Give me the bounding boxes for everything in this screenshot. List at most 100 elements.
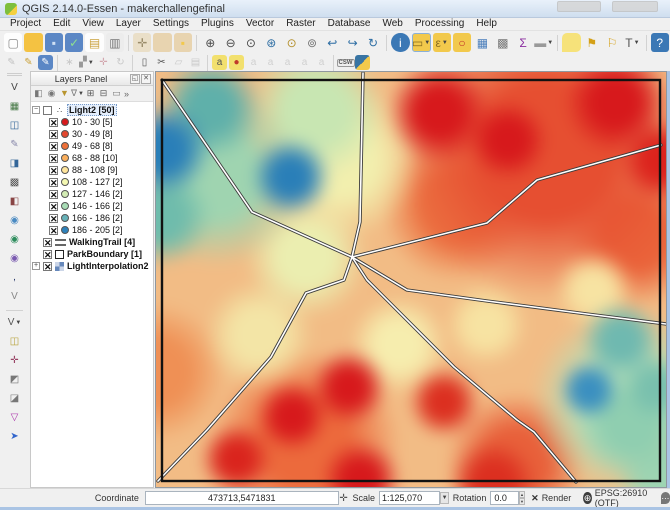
select-features-dropdown[interactable]: ▼ xyxy=(424,40,430,46)
filter-legend-icon[interactable]: ▼ xyxy=(58,87,71,100)
add-db2-layer-icon[interactable]: ◧ xyxy=(5,193,24,211)
class-label[interactable]: 30 - 49 [8] xyxy=(72,129,113,139)
tree-row[interactable]: +✕LightInterpolation2 xyxy=(32,260,153,272)
class-visibility-checkbox[interactable]: ✕ xyxy=(49,142,58,151)
scale-combobox[interactable]: 1:125,070 xyxy=(379,491,440,505)
move-feature-icon[interactable]: ✛ xyxy=(96,55,111,70)
save-project-as-icon[interactable]: ✓ xyxy=(65,33,83,52)
tree-row[interactable]: −∴Light2 [50] xyxy=(32,104,153,116)
tree-row[interactable]: ✕108 - 127 [2] xyxy=(32,176,153,188)
menu-plugins[interactable]: Plugins xyxy=(195,18,240,30)
tree-row[interactable]: ✕ 10 - 30 [5] xyxy=(32,116,153,128)
add-wfs-layer-icon[interactable]: ◉ xyxy=(5,250,24,268)
zoom-to-layer-icon[interactable]: ⊚ xyxy=(303,33,321,52)
heatmap-plugin-icon[interactable]: ➤ xyxy=(5,428,24,446)
composer-manager-icon[interactable]: ▥ xyxy=(106,33,124,52)
open-attribute-table-icon[interactable]: ▦ xyxy=(473,33,491,52)
add-feature-icon[interactable]: ∗ xyxy=(62,55,77,70)
change-label-icon[interactable]: a xyxy=(314,55,329,70)
manage-layer-visibility-icon[interactable]: ◉ xyxy=(45,87,58,100)
open-layer-styling-icon[interactable]: ◧ xyxy=(32,87,45,100)
new-bookmark-icon[interactable]: ⚑ xyxy=(583,33,601,52)
zoom-last-icon[interactable]: ↩ xyxy=(323,33,341,52)
delete-selected-icon[interactable]: ▯ xyxy=(137,55,152,70)
menu-database[interactable]: Database xyxy=(322,18,377,30)
new-spatialite-layer-icon[interactable]: ◫ xyxy=(5,333,24,351)
class-label[interactable]: 10 - 30 [5] xyxy=(72,117,113,127)
layer-item-lightinterpolation2[interactable]: LightInterpolation2 xyxy=(67,261,149,271)
menu-processing[interactable]: Processing xyxy=(409,18,470,30)
layer-item-parkboundary-1-[interactable]: ParkBoundary [1] xyxy=(67,249,142,259)
tree-row[interactable]: ✕146 - 166 [2] xyxy=(32,200,153,212)
menu-help[interactable]: Help xyxy=(470,18,503,30)
add-oracle-layer-icon[interactable]: ▩ xyxy=(5,174,24,192)
measure-icon[interactable]: ▬▼ xyxy=(534,33,553,52)
class-label[interactable]: 166 - 186 [2] xyxy=(72,213,123,223)
new-print-composer-icon[interactable]: ▤ xyxy=(85,33,103,52)
tree-row[interactable]: ✕30 - 49 [8] xyxy=(32,128,153,140)
menu-web[interactable]: Web xyxy=(376,18,408,30)
toggle-extents-display-icon[interactable]: ✛ xyxy=(339,491,349,505)
zoom-out-icon[interactable]: ⊖ xyxy=(221,33,239,52)
cut-features-icon[interactable]: ✂ xyxy=(154,55,169,70)
save-project-icon[interactable]: ▪ xyxy=(45,33,63,52)
map-canvas[interactable] xyxy=(155,71,667,488)
paste-features-icon[interactable]: ▤ xyxy=(188,55,203,70)
labeling-icon[interactable]: a xyxy=(212,55,227,70)
add-postgis-layer-icon[interactable]: ◫ xyxy=(5,117,24,135)
add-spatialite-layer-icon[interactable]: ✎ xyxy=(5,136,24,154)
message-log-icon[interactable]: ⋯ xyxy=(661,492,670,504)
show-statistical-summary-icon[interactable]: Σ xyxy=(514,33,532,52)
menu-settings[interactable]: Settings xyxy=(147,18,195,30)
tree-row[interactable]: ✕ 68 - 88 [10] xyxy=(32,152,153,164)
node-tool-dropdown[interactable]: ▼ xyxy=(88,60,94,66)
tree-row[interactable]: ✕ 127 - 146 [2] xyxy=(32,188,153,200)
show-bookmarks-icon[interactable]: ⚐ xyxy=(603,33,621,52)
layers-panel-header[interactable]: Layers Panel ◱ ✕ xyxy=(31,72,153,86)
touch-zoom-and-pan-icon[interactable]: ✛ xyxy=(133,33,151,52)
pan-map-icon[interactable] xyxy=(153,33,171,52)
tree-row[interactable]: ✕88 - 108 [9] xyxy=(32,164,153,176)
expand-expander[interactable]: + xyxy=(32,262,40,270)
menu-vector[interactable]: Vector xyxy=(240,18,280,30)
pin-labels-icon[interactable]: a xyxy=(246,55,261,70)
select-features-icon[interactable]: ▭▼ xyxy=(412,33,431,52)
rotation-spinbox[interactable]: 0.0 xyxy=(490,491,518,505)
expand-all-icon[interactable]: ⊞ xyxy=(84,87,97,100)
class-label[interactable]: 49 - 68 [8] xyxy=(72,141,113,151)
scale-dropdown-arrow[interactable]: ▼ xyxy=(440,492,448,504)
add-virtual-layer-icon[interactable]: V xyxy=(5,288,24,306)
class-visibility-checkbox[interactable]: ✕ xyxy=(49,118,58,127)
menu-view[interactable]: View xyxy=(76,18,110,30)
field-calculator-icon[interactable]: ▩ xyxy=(494,33,512,52)
coordinate-input[interactable]: 473713,5471831 xyxy=(145,491,339,505)
add-vector-layer-icon[interactable]: V xyxy=(5,79,24,97)
label-options-icon[interactable]: ● xyxy=(229,55,244,70)
open-project-icon[interactable] xyxy=(24,33,42,52)
add-wms-layer-icon[interactable]: ◉ xyxy=(5,212,24,230)
menu-raster[interactable]: Raster xyxy=(280,18,321,30)
select-by-expression-icon[interactable]: ε▼ xyxy=(433,33,451,52)
save-layer-edits-icon[interactable]: ✎ xyxy=(38,55,53,70)
class-label[interactable]: 186 - 205 [2] xyxy=(72,225,123,235)
panel-float-button[interactable]: ◱ xyxy=(130,74,140,84)
class-visibility-checkbox[interactable]: ✕ xyxy=(49,190,58,199)
metasearch-csw-icon[interactable]: CSW xyxy=(338,55,353,70)
class-label[interactable]: 127 - 146 [2] xyxy=(72,189,123,199)
class-label[interactable]: 108 - 127 [2] xyxy=(72,177,123,187)
collapse-all-icon[interactable]: ⊟ xyxy=(97,87,110,100)
menu-layer[interactable]: Layer xyxy=(110,18,147,30)
current-edits-icon[interactable]: ✎ xyxy=(4,55,19,70)
text-annotation-icon[interactable]: T▼ xyxy=(623,33,641,52)
tree-row[interactable]: ✕166 - 186 [2] xyxy=(32,212,153,224)
coordinate-capture-icon[interactable]: ✛ xyxy=(5,352,24,370)
text-annotation-dropdown[interactable]: ▼ xyxy=(634,40,640,46)
measure-dropdown[interactable]: ▼ xyxy=(547,40,553,46)
select-by-expression-dropdown[interactable]: ▼ xyxy=(442,40,448,46)
refresh-map-icon[interactable]: ↻ xyxy=(364,33,382,52)
class-visibility-checkbox[interactable]: ✕ xyxy=(49,154,58,163)
class-label[interactable]: 68 - 88 [10] xyxy=(72,153,118,163)
layer-item-walkingtrail-4-[interactable]: WalkingTrail [4] xyxy=(69,237,135,247)
remove-layer-icon[interactable]: ▭ xyxy=(110,87,123,100)
tree-row[interactable]: ✕186 - 205 [2] xyxy=(32,224,153,236)
